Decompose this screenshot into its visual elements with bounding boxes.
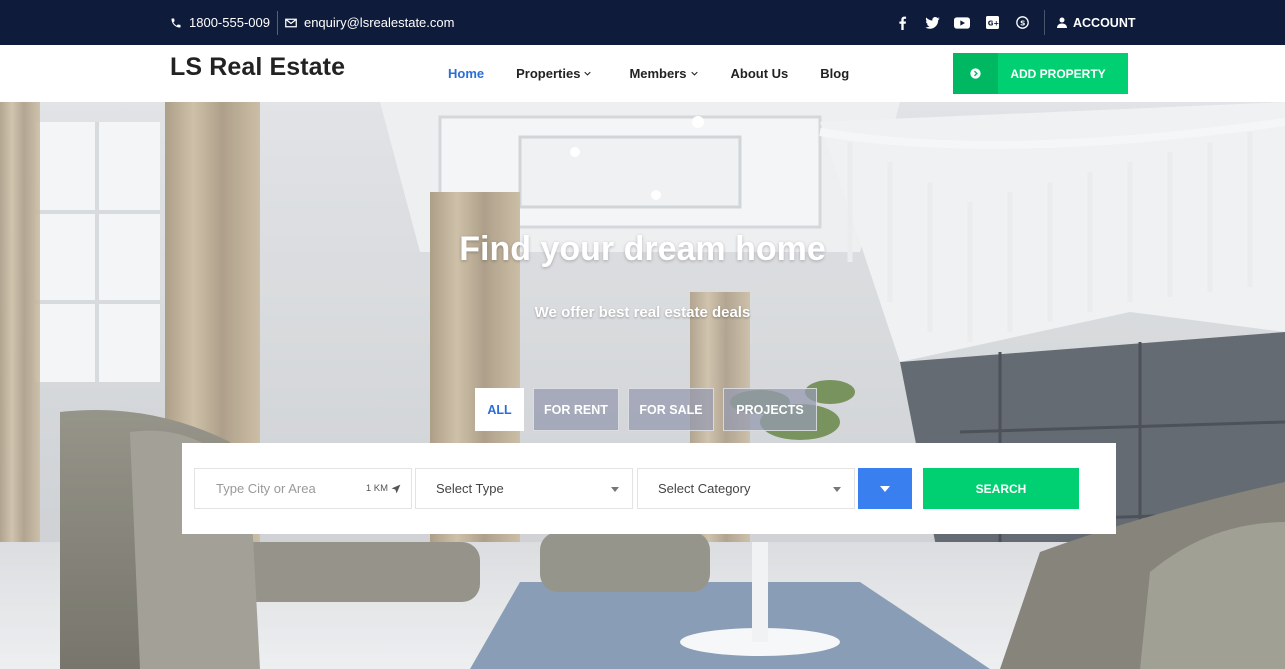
nav-item-home[interactable]: Home — [448, 66, 484, 81]
brand-logo[interactable]: LS Real Estate — [170, 53, 345, 82]
tab-projects[interactable]: PROJECTS — [723, 388, 817, 431]
main-navbar: LS Real Estate Home Properties Members A… — [0, 45, 1285, 102]
phone-contact[interactable]: 1800-555-009 — [170, 15, 270, 30]
caret-down-icon — [880, 485, 890, 492]
facebook-icon[interactable] — [894, 15, 910, 31]
nav-item-label: About Us — [730, 66, 789, 81]
add-property-label: ADD PROPERTY — [1010, 66, 1106, 81]
nav-item-properties[interactable]: Properties — [516, 66, 592, 81]
twitter-icon[interactable] — [924, 15, 940, 31]
tab-for-sale[interactable]: FOR SALE — [628, 388, 714, 431]
top-bar: 1800-555-009 enquiry@lsrealestate.com G+… — [0, 0, 1285, 45]
chevron-down-icon — [584, 71, 592, 76]
type-select-value: Select Type — [436, 481, 504, 496]
caret-down-icon — [611, 487, 619, 492]
radius-label: 1 KM — [365, 483, 388, 494]
svg-text:S: S — [1020, 18, 1025, 27]
email-contact[interactable]: enquiry@lsrealestate.com — [285, 15, 454, 30]
contact-info: 1800-555-009 enquiry@lsrealestate.com — [170, 0, 454, 45]
google-plus-icon[interactable]: G+ — [984, 15, 1000, 31]
hero-title: Find your dream home — [459, 230, 826, 268]
search-tabs: ALL FOR RENT FOR SALE PROJECTS — [475, 388, 817, 431]
search-button[interactable]: SEARCH — [923, 468, 1079, 509]
city-search-input[interactable]: Type City or Area 1 KM — [194, 468, 412, 509]
svg-text:G+: G+ — [987, 19, 998, 27]
divider — [1044, 10, 1045, 35]
phone-icon — [171, 18, 181, 27]
email-address: enquiry@lsrealestate.com — [303, 15, 455, 30]
tab-for-rent[interactable]: FOR RENT — [533, 388, 619, 431]
location-arrow-icon — [391, 484, 401, 493]
category-select[interactable]: Select Category — [637, 468, 855, 509]
nav-item-label: Home — [448, 66, 485, 81]
arrow-circle-icon — [953, 53, 998, 94]
nav-item-label: Properties — [516, 66, 581, 81]
phone-number: 1800-555-009 — [189, 15, 270, 30]
city-placeholder: Type City or Area — [216, 481, 316, 496]
interior-background-image — [0, 102, 1285, 669]
nav-item-members[interactable]: Members — [629, 66, 698, 81]
type-select[interactable]: Select Type — [415, 468, 633, 509]
caret-down-icon — [833, 487, 841, 492]
hero-section: Find your dream home We offer best real … — [0, 102, 1285, 669]
social-links: G+ S — [894, 0, 1030, 45]
nav-item-blog[interactable]: Blog — [820, 66, 849, 81]
youtube-icon[interactable] — [954, 15, 970, 31]
category-select-value: Select Category — [658, 481, 751, 496]
nav-item-label: Blog — [820, 66, 850, 81]
account-label: ACCOUNT — [1073, 15, 1136, 30]
nav-item-label: Members — [629, 66, 687, 81]
hero-subtitle: We offer best real estate deals — [534, 304, 751, 321]
advanced-search-toggle[interactable] — [858, 468, 912, 509]
add-property-button[interactable]: ADD PROPERTY — [953, 53, 1128, 94]
main-menu: Home Properties Members About Us Blog — [448, 45, 849, 102]
search-panel: Type City or Area 1 KM Select Type Selec… — [182, 443, 1116, 534]
chevron-down-icon — [690, 71, 698, 76]
divider — [276, 10, 278, 35]
account-link[interactable]: ACCOUNT — [1057, 0, 1136, 45]
envelope-icon — [285, 18, 297, 27]
skype-icon[interactable]: S — [1014, 15, 1030, 31]
tab-all[interactable]: ALL — [475, 388, 524, 431]
nav-item-about-us[interactable]: About Us — [731, 66, 789, 81]
radius-selector[interactable]: 1 KM — [366, 469, 401, 508]
user-icon — [1057, 17, 1067, 28]
